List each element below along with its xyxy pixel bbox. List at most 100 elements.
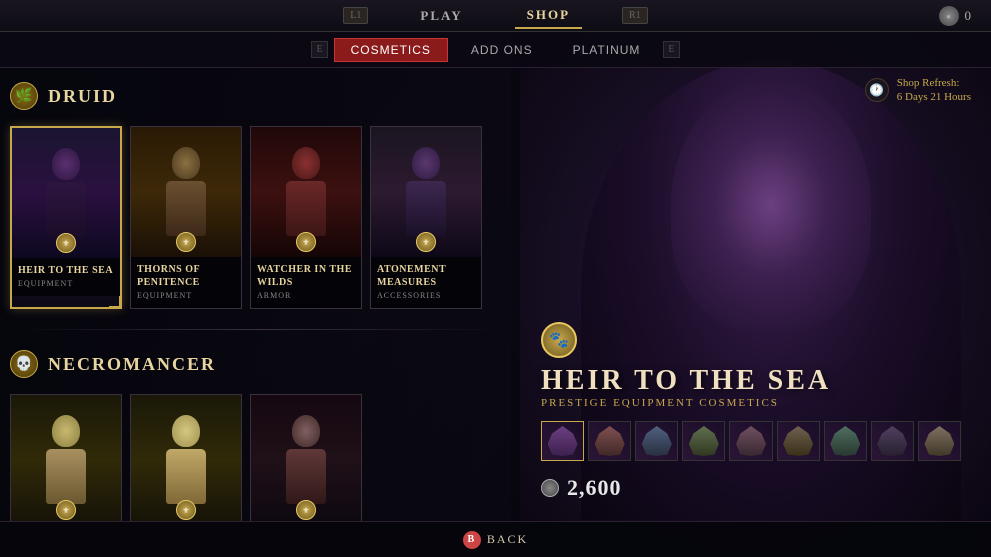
platinum-display: ● 0 — [939, 6, 972, 26]
atonement-image: ⚜ — [371, 127, 481, 257]
thumb-3[interactable] — [635, 421, 678, 461]
throes-head — [292, 415, 320, 447]
watcher-body — [286, 181, 326, 236]
currency-icon — [541, 479, 559, 497]
watcher-type: ARMOR — [257, 291, 355, 300]
thumb-9[interactable] — [918, 421, 961, 461]
watcher-emblem: ⚜ — [296, 232, 316, 252]
sec-nav-right-icon: E — [663, 41, 679, 58]
hawezar-body — [46, 449, 86, 504]
thorns-info: THORNS OF PENITENCE EQUIPMENT — [131, 257, 241, 308]
preview-thumbnails — [541, 421, 961, 461]
throes-image: ⚜ — [251, 395, 361, 521]
atonement-body — [406, 181, 446, 236]
item-death-throes[interactable]: ⚜ DEATH THROES ACCESSORIES — [250, 394, 362, 521]
druid-header: 🌿 Druid — [10, 78, 510, 114]
datura-emblem: ⚜ — [176, 500, 196, 520]
heir-type: EQUIPMENT — [18, 279, 114, 288]
item-detail-icon: 🐾 — [541, 322, 577, 358]
druid-items-grid: ⚜ HEIR TO THE SEA EQUIPMENT ⚜ THORNS — [10, 126, 510, 309]
item-watcher-in-the-wilds[interactable]: ⚜ WATCHER IN THE WILDS ARMOR — [250, 126, 362, 309]
item-detail-title: HEIR TO THE SEA — [541, 366, 961, 397]
top-navigation: L1 PLAY SHOP R1 ● 0 — [0, 0, 991, 32]
watcher-head — [292, 147, 320, 179]
thorns-image: ⚜ — [131, 127, 241, 257]
atonement-emblem: ⚜ — [416, 232, 436, 252]
necromancer-icon: 💀 — [10, 350, 38, 378]
item-desert-datura[interactable]: ⚜ DESERT DATURA ARMOR — [130, 394, 242, 521]
necromancer-items-grid: ⚜ DEATH IN HAWEZAR ARMOR ⚜ DESERT DA — [10, 394, 510, 521]
item-thorns-of-penitence[interactable]: ⚜ THORNS OF PENITENCE EQUIPMENT — [130, 126, 242, 309]
price-row: 2,600 — [541, 475, 961, 501]
thorns-type: EQUIPMENT — [137, 291, 235, 300]
atonement-info: ATONEMENT MEASURES ACCESSORIES — [371, 257, 481, 308]
druid-label: Druid — [48, 86, 117, 107]
secondary-navigation: E Cosmetics Add Ons Platinum E — [0, 32, 991, 68]
back-button-icon: B — [463, 531, 481, 549]
r1-button[interactable]: R1 — [622, 7, 648, 24]
thorns-body — [166, 181, 206, 236]
watcher-name: WATCHER IN THE WILDS — [257, 263, 355, 289]
datura-image: ⚜ — [131, 395, 241, 521]
item-detail: 🐾 HEIR TO THE SEA PRESTIGE EQUIPMENT COS… — [541, 322, 961, 501]
main-content: 🌿 Druid ⚜ HEIR TO THE SEA EQUIPMENT — [0, 68, 520, 521]
right-panel: 🐾 HEIR TO THE SEA PRESTIGE EQUIPMENT COS… — [511, 68, 991, 521]
atonement-head — [412, 147, 440, 179]
hawezar-image: ⚜ — [11, 395, 121, 521]
shop-refresh: 🕐 Shop Refresh: 6 Days 21 Hours — [865, 76, 971, 105]
item-heir-image: ⚜ — [12, 128, 120, 258]
bottom-bar: B Back — [0, 521, 991, 557]
refresh-label: Shop Refresh: — [897, 76, 971, 90]
refresh-text: Shop Refresh: 6 Days 21 Hours — [897, 76, 971, 105]
item-atonement-measures[interactable]: ⚜ ATONEMENT MEASURES ACCESSORIES — [370, 126, 482, 309]
refresh-icon: 🕐 — [865, 78, 889, 102]
platinum-button[interactable]: Platinum — [556, 38, 658, 62]
platinum-value: 0 — [965, 8, 972, 24]
thorns-name: THORNS OF PENITENCE — [137, 263, 235, 289]
item-detail-subtitle: PRESTIGE EQUIPMENT COSMETICS — [541, 397, 961, 409]
hawezar-emblem: ⚜ — [56, 500, 76, 520]
shop-tab[interactable]: SHOP — [515, 3, 582, 29]
item-heir-to-the-sea[interactable]: ⚜ HEIR TO THE SEA EQUIPMENT — [10, 126, 122, 309]
thumb-8[interactable] — [871, 421, 914, 461]
section-divider — [10, 329, 510, 330]
throes-body — [286, 449, 326, 504]
watcher-info: WATCHER IN THE WILDS ARMOR — [251, 257, 361, 308]
platinum-icon: ● — [939, 6, 959, 26]
addons-button[interactable]: Add Ons — [454, 38, 550, 62]
thumb-7[interactable] — [824, 421, 867, 461]
price-value: 2,600 — [567, 475, 622, 501]
heir-head — [52, 148, 80, 180]
back-button-label: Back — [487, 532, 528, 547]
thumb-5[interactable] — [729, 421, 772, 461]
sec-nav-left-icon: E — [311, 41, 327, 58]
druid-section: 🌿 Druid ⚜ HEIR TO THE SEA EQUIPMENT — [10, 78, 510, 309]
thorns-emblem: ⚜ — [176, 232, 196, 252]
heir-name: HEIR TO THE SEA — [18, 264, 114, 277]
cosmetics-button[interactable]: Cosmetics — [334, 38, 448, 62]
heir-emblem: ⚜ — [56, 233, 76, 253]
druid-icon: 🌿 — [10, 82, 38, 110]
thumb-4[interactable] — [682, 421, 725, 461]
necromancer-label: Necromancer — [48, 354, 216, 375]
thumb-2[interactable] — [588, 421, 631, 461]
heir-body — [46, 182, 86, 237]
atonement-name: ATONEMENT MEASURES — [377, 263, 475, 289]
back-button[interactable]: B Back — [463, 531, 528, 549]
datura-body — [166, 449, 206, 504]
refresh-time: 6 Days 21 Hours — [897, 90, 971, 104]
watcher-image: ⚜ — [251, 127, 361, 257]
hawezar-head — [52, 415, 80, 447]
thumb-1[interactable] — [541, 421, 584, 461]
datura-head — [172, 415, 200, 447]
play-tab[interactable]: PLAY — [408, 4, 474, 28]
thumb-6[interactable] — [777, 421, 820, 461]
atonement-type: ACCESSORIES — [377, 291, 475, 300]
throes-emblem: ⚜ — [296, 500, 316, 520]
necromancer-section: 💀 Necromancer ⚜ DEATH IN HAWEZAR ARMOR — [10, 346, 510, 521]
thorns-head — [172, 147, 200, 179]
necromancer-header: 💀 Necromancer — [10, 346, 510, 382]
heir-info: HEIR TO THE SEA EQUIPMENT — [12, 258, 120, 296]
item-death-in-hawezar[interactable]: ⚜ DEATH IN HAWEZAR ARMOR — [10, 394, 122, 521]
l1-button[interactable]: L1 — [343, 7, 368, 24]
